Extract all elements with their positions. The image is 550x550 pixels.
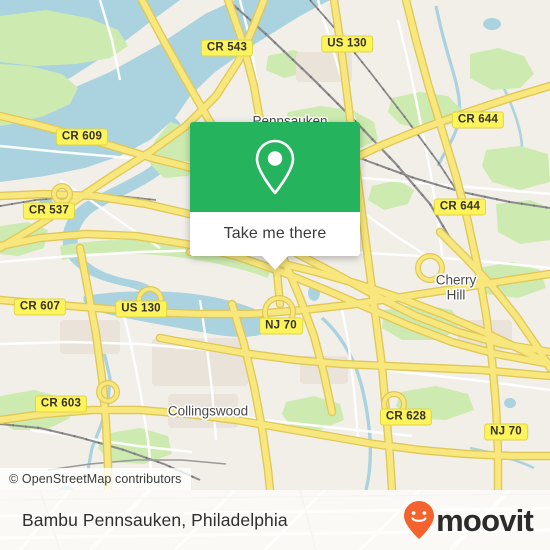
page-title: Bambu Pennsauken, Philadelphia [22, 509, 288, 530]
water-pond-ne [483, 18, 502, 30]
moovit-wordmark: moovit [436, 502, 534, 538]
osm-attribution[interactable]: © OpenStreetMap contributors [0, 468, 191, 490]
road-shield[interactable]: CR 603 [34, 395, 88, 413]
road-shield[interactable]: CR 537 [22, 202, 76, 220]
moovit-logo[interactable]: moovit [403, 500, 534, 540]
road-shield[interactable]: CR 628 [379, 408, 433, 426]
place-label: Collingswood [167, 403, 249, 419]
popup-header [190, 122, 360, 212]
popup-tail-pointer [262, 256, 288, 270]
take-me-there-label: Take me there [223, 225, 327, 242]
road-shield[interactable]: CR 644 [451, 111, 505, 129]
place-label: Cherry Hill [435, 272, 477, 302]
map-pin-icon [255, 139, 295, 195]
location-popup-card[interactable]: Take me there [190, 122, 360, 270]
footer-bar: Bambu Pennsauken, Philadelphia moovit [0, 490, 550, 550]
map-screenshot: CR 543 US 130 CR 609 CR 644 CR 537 CR 644 CR 6… [0, 0, 550, 550]
road-shield[interactable]: CR 607 [13, 298, 67, 316]
road-shield[interactable]: NJ 70 [259, 317, 303, 335]
road-shield[interactable]: NJ 70 [484, 423, 528, 441]
water-pond-se [504, 398, 517, 408]
road-shield[interactable]: US 130 [321, 35, 373, 53]
road-shield[interactable]: CR 543 [200, 39, 254, 57]
moovit-pin-smiley-icon [404, 501, 435, 539]
road-shield[interactable]: US 130 [115, 300, 167, 318]
road-shield[interactable]: CR 609 [55, 128, 109, 146]
road-shield[interactable]: CR 644 [433, 198, 487, 216]
popup-action-row[interactable]: Take me there [190, 212, 360, 256]
